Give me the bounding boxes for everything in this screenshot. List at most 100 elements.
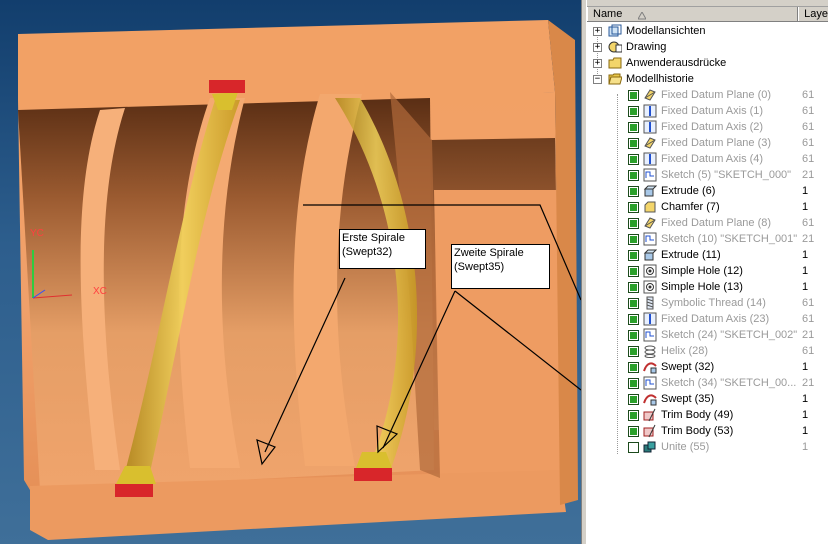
- history-feature-row[interactable]: Fixed Datum Plane (8) 61: [587, 215, 828, 231]
- feature-layer: 1: [802, 185, 809, 197]
- feature-layer: 21: [802, 169, 815, 181]
- feature-checkbox[interactable]: [628, 170, 639, 181]
- history-feature-row[interactable]: Fixed Datum Axis (23) 61: [587, 311, 828, 327]
- history-feature-row[interactable]: Fixed Datum Axis (1) 61: [587, 103, 828, 119]
- tree-node[interactable]: + Anwenderausdrücke: [587, 55, 828, 71]
- drawing-icon: [608, 40, 623, 54]
- datum-plane-icon: [643, 216, 657, 230]
- feature-label: Simple Hole (13): [661, 281, 743, 293]
- history-feature-row[interactable]: Sketch (10) "SKETCH_001" 21: [587, 231, 828, 247]
- feature-checkbox[interactable]: [628, 314, 639, 325]
- column-layer-header[interactable]: Laye: [798, 7, 828, 21]
- swept-icon: [643, 360, 657, 374]
- axis-y-label: YC: [30, 228, 44, 239]
- expand-toggle-icon[interactable]: +: [593, 43, 602, 52]
- feature-layer: 61: [802, 153, 815, 165]
- datum-axis-icon: [643, 152, 657, 166]
- expand-toggle-icon[interactable]: +: [593, 59, 602, 68]
- feature-checkbox[interactable]: [628, 346, 639, 357]
- trim-body-icon: [643, 424, 657, 438]
- feature-layer: 21: [802, 377, 815, 389]
- expand-toggle-icon[interactable]: −: [593, 75, 602, 84]
- callout-erste-spirale: Erste Spirale (Swept32): [339, 229, 426, 269]
- column-name-header[interactable]: Name: [587, 7, 799, 21]
- history-feature-row[interactable]: Swept (35) 1: [587, 391, 828, 407]
- feature-label: Fixed Datum Plane (8): [661, 217, 772, 229]
- history-feature-row[interactable]: Fixed Datum Plane (3) 61: [587, 135, 828, 151]
- history-feature-row[interactable]: Fixed Datum Axis (2) 61: [587, 119, 828, 135]
- helix-icon: [643, 344, 657, 358]
- feature-checkbox[interactable]: [628, 266, 639, 277]
- feature-label: Simple Hole (12): [661, 265, 743, 277]
- feature-layer: 1: [802, 425, 809, 437]
- feature-layer: 61: [802, 297, 815, 309]
- tree-node[interactable]: + Modellansichten: [587, 23, 828, 39]
- feature-checkbox[interactable]: [628, 218, 639, 229]
- history-feature-row[interactable]: Helix (28) 61: [587, 343, 828, 359]
- navigator-titlebar: [587, 0, 828, 7]
- feature-label: Symbolic Thread (14): [661, 297, 766, 309]
- history-feature-row[interactable]: Extrude (6) 1: [587, 183, 828, 199]
- navigator-column-header: Name Laye: [587, 7, 828, 22]
- feature-checkbox[interactable]: [628, 122, 639, 133]
- history-feature-row[interactable]: Simple Hole (13) 1: [587, 279, 828, 295]
- feature-checkbox[interactable]: [628, 298, 639, 309]
- feature-label: Sketch (24) "SKETCH_002": [661, 329, 798, 341]
- callout-zweite-spirale: Zweite Spirale (Swept35): [451, 244, 550, 289]
- history-feature-row[interactable]: Symbolic Thread (14) 61: [587, 295, 828, 311]
- feature-layer: 1: [802, 409, 809, 421]
- feature-checkbox[interactable]: [628, 154, 639, 165]
- history-feature-row[interactable]: Sketch (24) "SKETCH_002" 21: [587, 327, 828, 343]
- feature-checkbox[interactable]: [628, 410, 639, 421]
- folder-icon: [608, 56, 622, 70]
- model-tree: + Modellansichten + Drawing + Anwenderausdrüc…: [587, 22, 828, 455]
- history-feature-row[interactable]: Fixed Datum Plane (0) 61: [587, 87, 828, 103]
- feature-layer: 61: [802, 105, 815, 117]
- graphics-viewport[interactable]: YC XC Erste Spirale (Swept32) Zweite Spi…: [0, 0, 581, 544]
- feature-checkbox[interactable]: [628, 250, 639, 261]
- feature-checkbox[interactable]: [628, 186, 639, 197]
- extrude-icon: [643, 184, 658, 198]
- feature-checkbox[interactable]: [628, 394, 639, 405]
- feature-checkbox[interactable]: [628, 202, 639, 213]
- history-feature-row[interactable]: Extrude (11) 1: [587, 247, 828, 263]
- feature-layer: 61: [802, 89, 815, 101]
- feature-checkbox[interactable]: [628, 282, 639, 293]
- feature-checkbox[interactable]: [628, 330, 639, 341]
- feature-checkbox[interactable]: [628, 362, 639, 373]
- history-feature-row[interactable]: Fixed Datum Axis (4) 61: [587, 151, 828, 167]
- history-feature-row[interactable]: Trim Body (53) 1: [587, 423, 828, 439]
- axis-x-label: XC: [93, 286, 107, 297]
- history-feature-row[interactable]: Simple Hole (12) 1: [587, 263, 828, 279]
- expand-toggle-icon[interactable]: +: [593, 27, 602, 36]
- feature-label: Fixed Datum Axis (2): [661, 121, 764, 133]
- history-feature-row[interactable]: Trim Body (49) 1: [587, 407, 828, 423]
- history-feature-row[interactable]: Unite (55) 1: [587, 439, 828, 455]
- tree-node[interactable]: + Drawing: [587, 39, 828, 55]
- history-feature-row[interactable]: Chamfer (7) 1: [587, 199, 828, 215]
- feature-checkbox[interactable]: [628, 106, 639, 117]
- datum-axis-icon: [643, 312, 657, 326]
- feature-label: Trim Body (49): [661, 409, 734, 421]
- history-feature-row[interactable]: Sketch (34) "SKETCH_00... 21: [587, 375, 828, 391]
- feature-checkbox[interactable]: [628, 378, 639, 389]
- feature-label: Chamfer (7): [661, 201, 720, 213]
- feature-checkbox[interactable]: [628, 138, 639, 149]
- feature-checkbox[interactable]: [628, 426, 639, 437]
- sketch-icon: [643, 376, 657, 390]
- thread-icon: [643, 296, 657, 310]
- feature-checkbox[interactable]: [628, 90, 639, 101]
- tree-node[interactable]: − Modellhistorie: [587, 71, 828, 87]
- swept-bottom-cap-2: [356, 452, 392, 468]
- feature-layer: 1: [802, 361, 809, 373]
- feature-layer: 1: [802, 249, 809, 261]
- feature-checkbox[interactable]: [628, 234, 639, 245]
- history-feature-row[interactable]: Swept (32) 1: [587, 359, 828, 375]
- history-feature-row[interactable]: Sketch (5) "SKETCH_000" 21: [587, 167, 828, 183]
- feature-checkbox[interactable]: [628, 442, 639, 453]
- feature-layer: 1: [802, 281, 809, 293]
- hole-icon: [643, 264, 657, 278]
- feature-label: Trim Body (53): [661, 425, 734, 437]
- feature-layer: 61: [802, 137, 815, 149]
- feature-label: Fixed Datum Axis (4): [661, 153, 764, 165]
